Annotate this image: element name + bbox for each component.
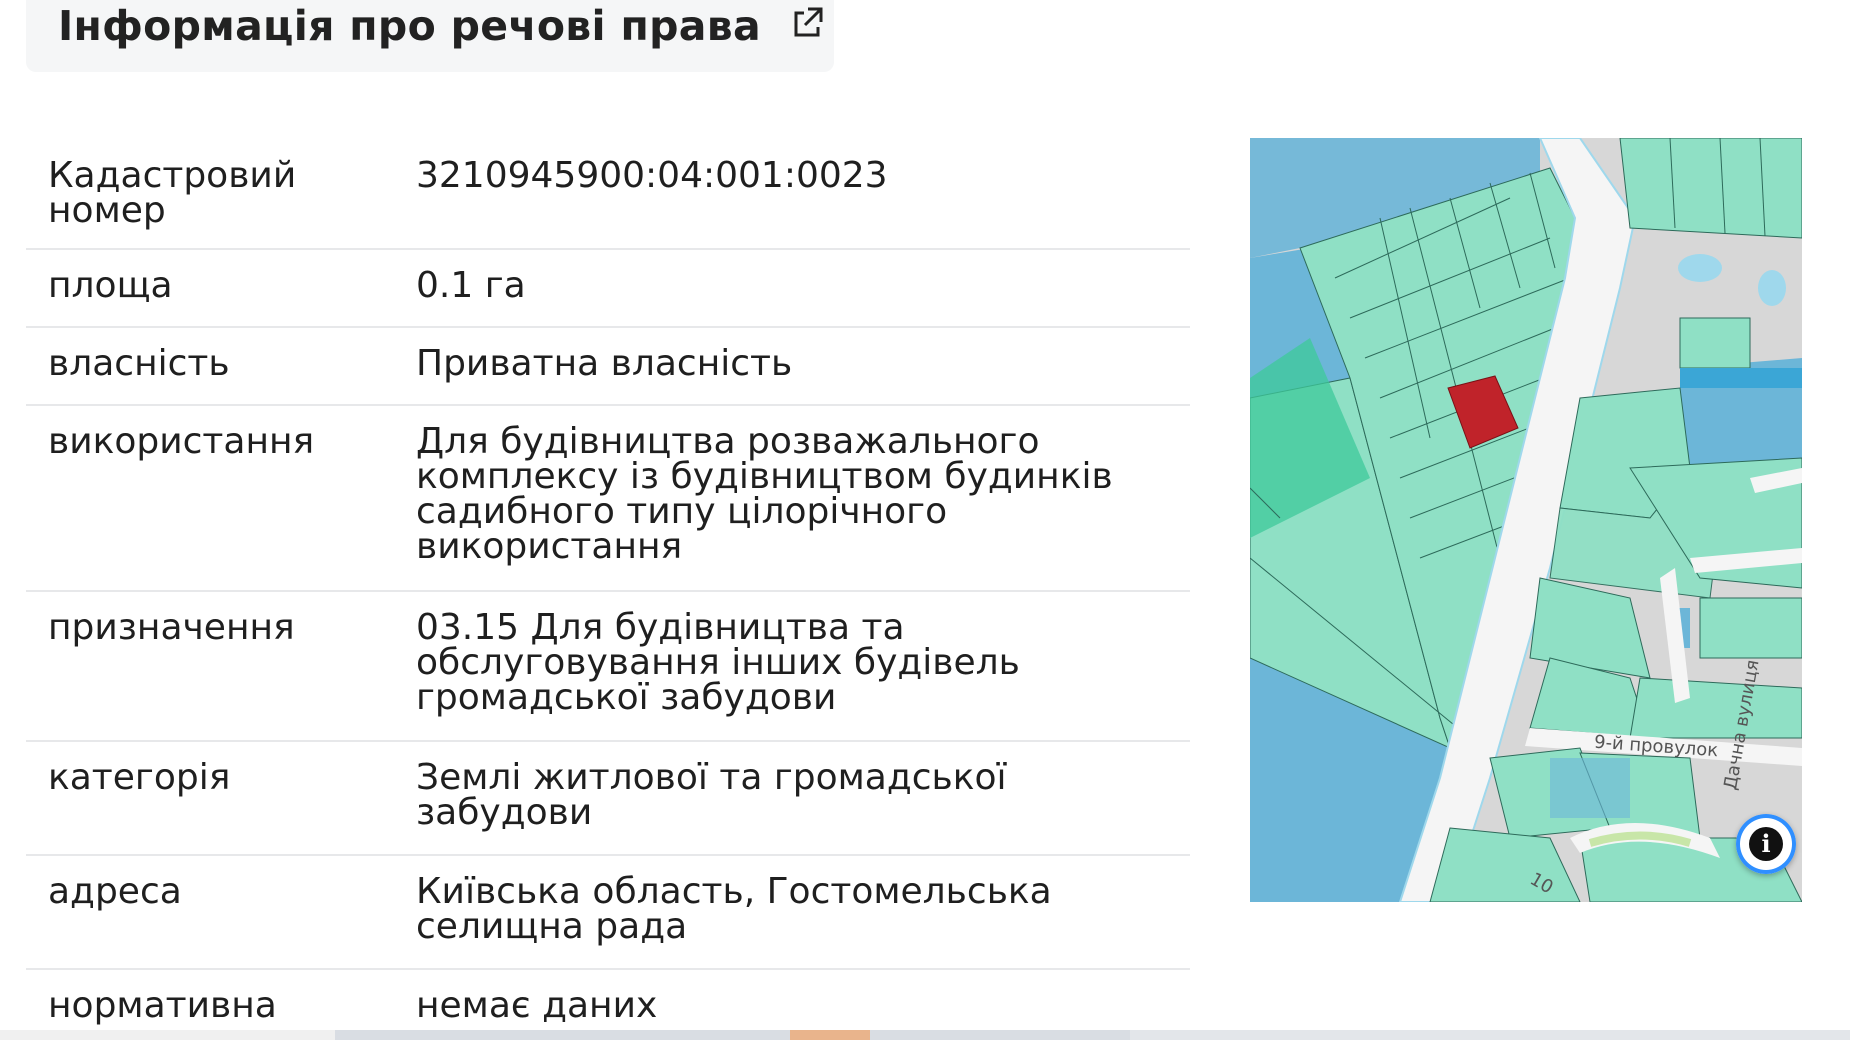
section-title: Інформація про речові права	[58, 2, 761, 50]
row-value: Київська область, Гостомельська селищна …	[416, 871, 1052, 947]
cadastral-number: 3210945900:04:001:0023	[416, 155, 888, 196]
row-value: немає даних	[416, 985, 658, 1026]
table-row: Кадастровий номер 3210945900:04:001:0023	[26, 140, 1190, 250]
row-value: Землі житлової та громадської забудови	[416, 757, 1007, 833]
table-row: власність Приватна власність	[26, 328, 1190, 406]
row-label: площа	[48, 265, 173, 306]
info-icon: i	[1749, 827, 1783, 861]
row-label: використання	[48, 421, 315, 462]
row-label: призначення	[48, 607, 295, 648]
row-label: власність	[48, 343, 230, 384]
section-header: Інформація про речові права	[26, 0, 834, 72]
row-value: Приватна власність	[416, 343, 793, 384]
table-row: площа 0.1 га	[26, 250, 1190, 328]
row-label: нормативна	[48, 985, 277, 1026]
row-label: категорія	[48, 757, 231, 798]
horizontal-scrollbar[interactable]	[0, 1030, 1850, 1040]
rights-info-table: Кадастровий номер 3210945900:04:001:0023…	[26, 140, 1190, 1040]
row-label: Кадастровий номер	[48, 155, 297, 231]
table-row: використання Для будівництва розважально…	[26, 406, 1190, 592]
row-value: 0.1 га	[416, 265, 526, 306]
row-value: 03.15 Для будівництва та обслуговування …	[416, 607, 1020, 718]
cadastral-map[interactable]: 9-й провулок Дачна вулиця 10 i	[1250, 138, 1802, 902]
table-row: категорія Землі житлової та громадської …	[26, 742, 1190, 856]
row-label: адреса	[48, 871, 182, 912]
map-info-button[interactable]: i	[1736, 814, 1796, 874]
table-row: адреса Київська область, Гостомельська с…	[26, 856, 1190, 970]
table-row: призначення 03.15 Для будівництва та обс…	[26, 592, 1190, 742]
external-link-icon[interactable]	[790, 5, 824, 41]
row-value: Для будівництва розважального комплексу …	[416, 421, 1113, 567]
